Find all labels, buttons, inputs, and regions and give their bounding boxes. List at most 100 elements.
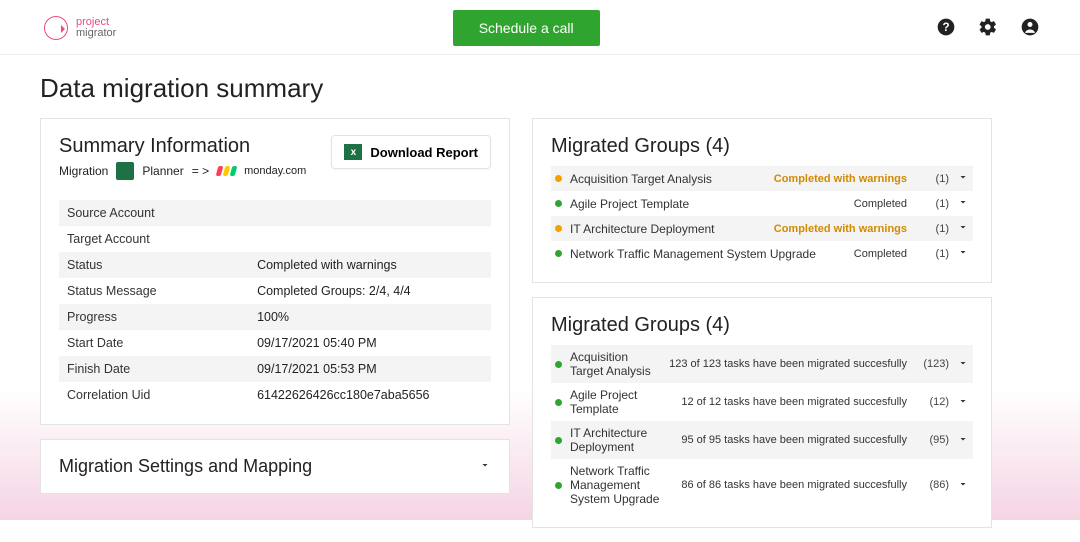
- svg-text:?: ?: [942, 21, 949, 34]
- group-count: (1): [915, 198, 949, 210]
- group-count: (123): [915, 358, 949, 370]
- chevron-down-icon[interactable]: [957, 357, 969, 372]
- summary-value: 100%: [249, 304, 491, 330]
- source-name: Planner: [142, 164, 183, 178]
- chevron-down-icon[interactable]: [957, 246, 969, 261]
- group-status: 12 of 12 tasks have been migrated succes…: [681, 396, 907, 408]
- group-status: Completed: [854, 198, 907, 210]
- gear-icon[interactable]: [978, 17, 998, 40]
- migrated-groups-card-2: Migrated Groups (4) Acquisition Target A…: [532, 297, 992, 528]
- account-icon[interactable]: [1020, 17, 1040, 40]
- summary-key: Status: [59, 252, 249, 278]
- monday-icon: [217, 166, 236, 176]
- group-count: (1): [915, 248, 949, 260]
- status-dot-icon: [555, 437, 562, 444]
- group-status: 123 of 123 tasks have been migrated succ…: [669, 358, 907, 370]
- help-icon[interactable]: ?: [936, 17, 956, 40]
- group-name: Network Traffic Management System Upgrad…: [570, 464, 673, 506]
- summary-value: Completed Groups: 2/4, 4/4: [249, 278, 491, 304]
- brand-logo-icon: [44, 16, 68, 40]
- summary-key: Progress: [59, 304, 249, 330]
- group-count: (95): [915, 434, 949, 446]
- group-row[interactable]: Network Traffic Management System Upgrad…: [551, 241, 973, 266]
- settings-mapping-card[interactable]: Migration Settings and Mapping: [40, 439, 510, 494]
- groups2-title: Migrated Groups (4): [551, 314, 973, 337]
- group-name: IT Architecture Deployment: [570, 222, 766, 236]
- chevron-down-icon[interactable]: [957, 395, 969, 410]
- chevron-down-icon[interactable]: [957, 478, 969, 493]
- excel-icon: x: [344, 144, 362, 160]
- group-row[interactable]: IT Architecture Deployment Completed with…: [551, 216, 973, 241]
- group-count: (12): [915, 396, 949, 408]
- chevron-down-icon: [479, 459, 491, 474]
- status-dot-icon: [555, 200, 562, 207]
- download-label: Download Report: [370, 145, 478, 160]
- group-count: (86): [915, 479, 949, 491]
- migrated-groups-card-1: Migrated Groups (4) Acquisition Target A…: [532, 118, 992, 283]
- summary-value: 09/17/2021 05:40 PM: [249, 330, 491, 356]
- group-status: Completed with warnings: [774, 173, 907, 185]
- summary-value: [249, 226, 491, 252]
- group-row[interactable]: Acquisition Target Analysis Completed wit…: [551, 166, 973, 191]
- summary-card: Summary Information Migration Planner = …: [40, 118, 510, 425]
- summary-key: Status Message: [59, 278, 249, 304]
- download-report-button[interactable]: x Download Report: [331, 135, 491, 169]
- summary-title: Summary Information: [59, 135, 306, 158]
- status-dot-icon: [555, 250, 562, 257]
- summary-row: Start Date09/17/2021 05:40 PM: [59, 330, 491, 356]
- chevron-down-icon[interactable]: [957, 171, 969, 186]
- summary-key: Target Account: [59, 226, 249, 252]
- group-row[interactable]: Agile Project Template 12 of 12 tasks hav…: [551, 383, 973, 421]
- migration-label: Migration: [59, 164, 108, 178]
- brand-line2: migrator: [76, 28, 116, 39]
- summary-value: Completed with warnings: [249, 252, 491, 278]
- group-row[interactable]: Acquisition Target Analysis 123 of 123 ta…: [551, 345, 973, 383]
- group-row[interactable]: Agile Project TemplateCompleted(1): [551, 191, 973, 216]
- migration-line: Migration Planner = > monday.com: [59, 158, 306, 190]
- group-name: IT Architecture Deployment: [570, 426, 673, 454]
- summary-row: Status MessageCompleted Groups: 2/4, 4/4: [59, 278, 491, 304]
- summary-row: Source Account: [59, 200, 491, 226]
- arrow-icon: = >: [192, 164, 209, 178]
- chevron-down-icon[interactable]: [957, 196, 969, 211]
- status-dot-icon: [555, 399, 562, 406]
- groups1-title: Migrated Groups (4): [551, 135, 973, 158]
- chevron-down-icon[interactable]: [957, 221, 969, 236]
- group-status: 95 of 95 tasks have been migrated succes…: [681, 434, 907, 446]
- planner-icon: [116, 162, 134, 180]
- group-status: Completed with warnings: [774, 223, 907, 235]
- summary-table: Source AccountTarget AccountStatusComple…: [59, 200, 491, 408]
- summary-key: Finish Date: [59, 356, 249, 382]
- summary-row: StatusCompleted with warnings: [59, 252, 491, 278]
- summary-value: [249, 200, 491, 226]
- group-name: Acquisition Target Analysis: [570, 172, 766, 186]
- group-count: (1): [915, 173, 949, 185]
- status-dot-icon: [555, 482, 562, 489]
- group-name: Acquisition Target Analysis: [570, 350, 661, 378]
- summary-row: Target Account: [59, 226, 491, 252]
- group-name: Agile Project Template: [570, 388, 673, 416]
- group-row[interactable]: IT Architecture Deployment 95 of 95 tasks…: [551, 421, 973, 459]
- settings-title: Migration Settings and Mapping: [59, 456, 312, 477]
- schedule-call-button[interactable]: Schedule a call: [453, 10, 600, 46]
- topbar: project migrator Schedule a call ?: [0, 0, 1080, 55]
- page-title: Data migration summary: [40, 73, 1040, 104]
- page: Data migration summary Summary Informati…: [0, 55, 1080, 542]
- summary-key: Correlation Uid: [59, 382, 249, 408]
- topbar-actions: ?: [936, 17, 1040, 40]
- summary-value: 09/17/2021 05:53 PM: [249, 356, 491, 382]
- brand[interactable]: project migrator: [44, 16, 116, 40]
- status-dot-icon: [555, 175, 562, 182]
- summary-row: Correlation Uid61422626426cc180e7aba5656: [59, 382, 491, 408]
- summary-value: 61422626426cc180e7aba5656: [249, 382, 491, 408]
- chevron-down-icon[interactable]: [957, 433, 969, 448]
- group-row[interactable]: Network Traffic Management System Upgrad…: [551, 459, 973, 511]
- group-status: Completed: [854, 248, 907, 260]
- group-count: (1): [915, 223, 949, 235]
- group-status: 86 of 86 tasks have been migrated succes…: [681, 479, 907, 491]
- summary-key: Start Date: [59, 330, 249, 356]
- status-dot-icon: [555, 361, 562, 368]
- summary-key: Source Account: [59, 200, 249, 226]
- brand-text: project migrator: [76, 17, 116, 39]
- target-name: monday.com: [244, 165, 306, 177]
